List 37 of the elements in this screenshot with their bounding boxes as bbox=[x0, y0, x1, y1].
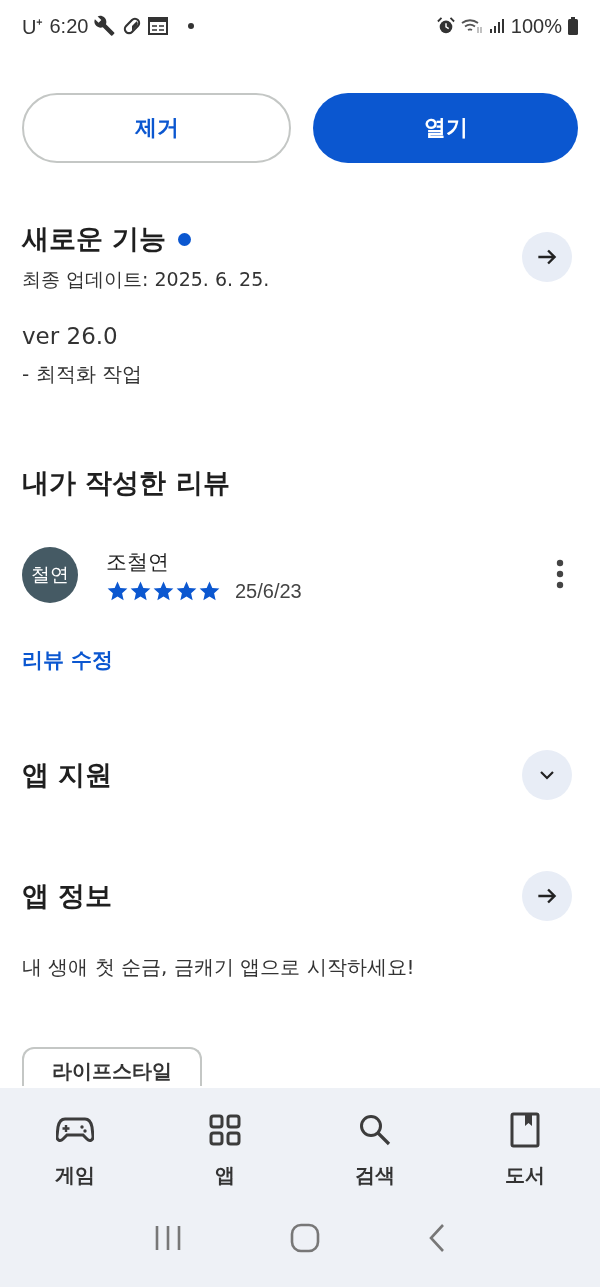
home-icon[interactable] bbox=[290, 1223, 320, 1253]
uninstall-button[interactable]: 제거 bbox=[22, 93, 291, 163]
alarm-icon bbox=[436, 17, 455, 35]
carrier-label: U⁺ bbox=[22, 14, 44, 40]
search-icon bbox=[358, 1113, 392, 1147]
nav-tab[interactable]: 앱 bbox=[170, 1106, 280, 1193]
open-button[interactable]: 열기 bbox=[313, 93, 578, 163]
calendar-icon bbox=[148, 17, 169, 35]
section-title: 새로운 기능 bbox=[22, 222, 167, 256]
category-chip[interactable]: 라이프스타일 bbox=[22, 1047, 202, 1086]
arrow-button[interactable] bbox=[522, 871, 572, 921]
app-description: 내 생애 첫 순금, 금캐기 앱으로 시작하세요! bbox=[22, 954, 416, 981]
section-title: 내가 작성한 리뷰 bbox=[22, 466, 231, 500]
wifi-icon bbox=[460, 17, 483, 35]
apps-grid-icon bbox=[209, 1114, 241, 1146]
book-icon bbox=[510, 1112, 540, 1148]
nav-tab[interactable]: 도서 bbox=[470, 1106, 580, 1193]
section-title: 앱 정보 bbox=[22, 879, 113, 913]
battery-percent: 100% bbox=[510, 14, 562, 38]
nav-tab[interactable]: 검색 bbox=[320, 1106, 430, 1193]
wrench-icon bbox=[94, 15, 117, 37]
edit-review-link[interactable]: 리뷰 수정 bbox=[22, 646, 114, 674]
notification-dot bbox=[188, 23, 195, 29]
reviewer-name: 조철연 bbox=[106, 548, 170, 576]
pill-icon bbox=[122, 16, 143, 36]
nav-tab[interactable]: 게임 bbox=[20, 1106, 130, 1193]
update-date: 최종 업데이트: 2025. 6. 25. bbox=[22, 267, 270, 292]
battery-icon bbox=[568, 17, 578, 35]
avatar: 철연 bbox=[22, 547, 78, 603]
section-title: 앱 지원 bbox=[22, 758, 113, 792]
arrow-button[interactable] bbox=[522, 232, 572, 282]
gamepad-icon bbox=[56, 1115, 94, 1145]
release-notes: - 최적화 작업 bbox=[22, 361, 143, 388]
review-date: 25/6/23 bbox=[235, 579, 302, 603]
version-text: ver 26.0 bbox=[22, 323, 119, 349]
signal-icon bbox=[488, 18, 505, 34]
clock-time: 6:20 bbox=[49, 14, 89, 38]
